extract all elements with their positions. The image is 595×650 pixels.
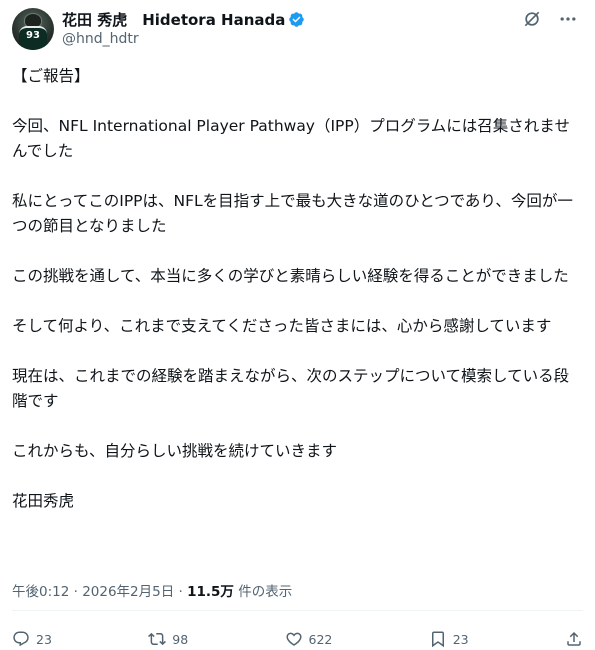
avatar-jersey-number: 93 <box>26 30 40 41</box>
post-meta: 午後0:12 · 2026年2月5日 · 11.5万 件の表示 <box>12 580 292 600</box>
post-text: 【ご報告】 今回、NFL International Player Pathwa… <box>12 64 583 539</box>
bookmark-count: 23 <box>452 631 469 647</box>
post-signature: 花田秀虎 <box>12 492 75 510</box>
post-paragraph: 【ご報告】 <box>12 67 90 85</box>
repost-icon <box>148 632 167 646</box>
share-icon <box>567 631 581 646</box>
views-count: 11.5万 <box>187 584 234 600</box>
top-right-icons <box>507 8 579 30</box>
post-paragraph: 現在は、これまでの経験を踏まえながら、次のステップについて模索している段階です <box>12 367 570 410</box>
post-header: 93 花田 秀虎 Hidetora Hanada @hnd_hdtr <box>12 8 583 52</box>
repost-button[interactable]: 98 <box>148 630 188 648</box>
more-icon[interactable] <box>557 8 579 30</box>
post-paragraph: この挑戦を通して、本当に多くの学びと素晴らしい経験を得ることができました <box>12 267 569 285</box>
display-name[interactable]: 花田 秀虎 Hidetora Hanada <box>62 9 285 30</box>
avatar-jersey: 93 <box>19 26 47 50</box>
post-timestamp[interactable]: 午後0:12 · 2026年2月5日 · <box>12 584 187 600</box>
author-names: 花田 秀虎 Hidetora Hanada @hnd_hdtr <box>62 9 305 49</box>
avatar[interactable]: 93 <box>12 8 54 50</box>
like-count: 622 <box>308 631 333 647</box>
verified-badge-icon <box>288 11 305 28</box>
views-label: 件の表示 <box>233 584 293 600</box>
like-button[interactable]: 622 <box>285 630 333 648</box>
divider <box>12 610 583 611</box>
repost-count: 98 <box>172 631 189 647</box>
bookmark-button[interactable]: 23 <box>429 630 469 648</box>
heart-icon <box>285 632 302 646</box>
post-paragraph: 私にとってこのIPPは、NFLを目指す上で最も大きな道のひとつであり、今回が一つ… <box>12 192 573 235</box>
post-paragraph: これからも、自分らしい挑戦を続けていきます <box>12 442 338 460</box>
post-paragraph: 今回、NFL International Player Pathway（IPP）… <box>12 117 570 160</box>
share-button[interactable] <box>565 630 583 648</box>
action-bar: 23 98 622 23 <box>12 628 583 650</box>
reply-icon <box>13 631 29 647</box>
author-handle[interactable]: @hnd_hdtr <box>62 31 305 47</box>
post-paragraph: そして何より、これまで支えてくださった皆さまには、心から感謝しています <box>12 317 552 335</box>
grok-icon[interactable] <box>521 8 543 30</box>
reply-button[interactable]: 23 <box>12 630 52 648</box>
reply-count: 23 <box>36 631 52 647</box>
bookmark-icon <box>431 631 444 648</box>
